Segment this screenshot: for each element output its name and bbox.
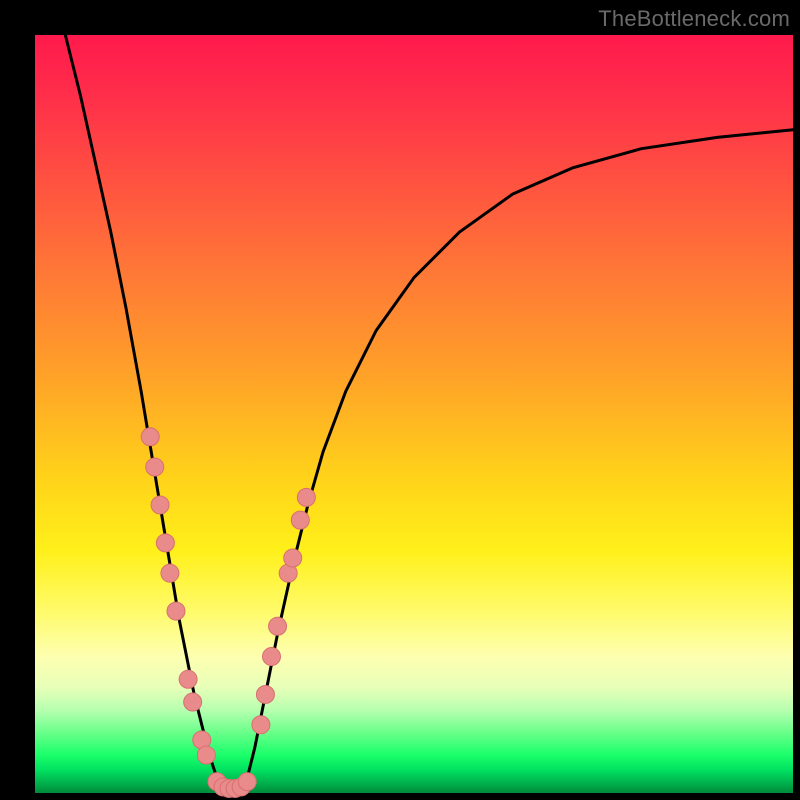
data-marker xyxy=(291,511,309,529)
series-right-branch xyxy=(240,130,793,789)
data-marker xyxy=(161,564,179,582)
data-marker xyxy=(269,617,287,635)
data-marker xyxy=(141,428,159,446)
data-marker xyxy=(167,602,185,620)
series-left-branch xyxy=(65,35,224,789)
data-marker xyxy=(146,458,164,476)
data-marker xyxy=(297,488,315,506)
curve-markers xyxy=(141,428,315,798)
chart-svg xyxy=(35,35,793,793)
chart-frame: TheBottleneck.com xyxy=(0,0,800,800)
data-marker xyxy=(156,534,174,552)
data-marker xyxy=(252,716,270,734)
plot-area xyxy=(35,35,793,793)
data-marker xyxy=(256,685,274,703)
watermark-label: TheBottleneck.com xyxy=(598,6,790,32)
data-marker xyxy=(184,693,202,711)
data-marker xyxy=(197,746,215,764)
data-marker xyxy=(263,648,281,666)
data-marker xyxy=(179,670,197,688)
data-marker xyxy=(151,496,169,514)
data-marker xyxy=(238,773,256,791)
data-marker xyxy=(284,549,302,567)
curve-lines xyxy=(65,35,793,789)
